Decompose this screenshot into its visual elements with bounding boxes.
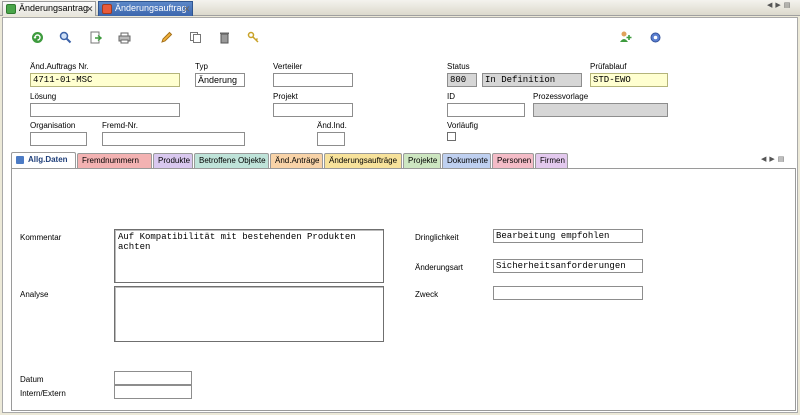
key-icon[interactable] — [246, 30, 260, 44]
print-icon[interactable] — [117, 30, 131, 44]
document-icon — [6, 4, 16, 14]
typ-label: Typ — [195, 62, 208, 71]
loesung-field[interactable] — [30, 103, 180, 117]
prozessvorlage-field — [533, 103, 668, 117]
auftrags-nr-label: Änd.Auftrags Nr. — [30, 62, 89, 71]
organisation-label: Organisation — [30, 121, 76, 130]
tab-label: Firmen — [540, 156, 565, 165]
aenderungsart-field[interactable]: Sicherheitsanforderungen — [493, 259, 643, 273]
delete-icon[interactable] — [217, 30, 231, 44]
tab-personen[interactable]: Personen — [492, 153, 534, 168]
auftrags-nr-field[interactable]: 4711-01-MSC — [30, 73, 180, 87]
info-icon — [16, 156, 24, 164]
close-icon[interactable]: ✕ — [86, 2, 94, 16]
kommentar-textarea[interactable]: Auf Kompatibilität mit bestehenden Produ… — [114, 229, 384, 283]
loesung-label: Lösung — [30, 92, 57, 101]
organisation-field[interactable] — [30, 132, 87, 146]
status-code-field: 800 — [447, 73, 477, 87]
prozessvorlage-label: Prozessvorlage — [533, 92, 589, 101]
zweck-label: Zweck — [415, 290, 439, 299]
vorlaeufig-label: Vorläufig — [447, 121, 479, 130]
tab-label: Fremdnummern — [82, 156, 139, 165]
close-icon[interactable]: ✕ — [183, 2, 191, 16]
fremd-nr-field[interactable] — [102, 132, 245, 146]
refresh-icon[interactable] — [30, 30, 44, 44]
tab-label: Projekte — [408, 156, 438, 165]
settings-icon[interactable] — [648, 30, 662, 44]
tab-aenderungsauftrag[interactable]: Änderungsauftrag ✕ — [98, 1, 193, 16]
id-field[interactable] — [447, 103, 525, 117]
id-label: ID — [447, 92, 455, 101]
pruefablauf-field[interactable]: STD-EWO — [590, 73, 668, 87]
aend-ind-label: Änd.Ind. — [317, 121, 347, 130]
aend-ind-field[interactable] — [317, 132, 345, 146]
tab-firmen[interactable]: Firmen — [535, 153, 568, 168]
tab-betroffene-objekte[interactable]: Betroffene Objekte — [194, 153, 269, 168]
analyse-label: Analyse — [20, 290, 49, 299]
tab-label: Änderungsantrag — [19, 3, 89, 13]
fremd-nr-label: Fremd-Nr. — [102, 121, 138, 130]
export-icon[interactable] — [88, 30, 102, 44]
tab-nav-arrows[interactable]: ◀▶▤ — [767, 1, 793, 9]
tab-fremdnummern[interactable]: Fremdnummern — [77, 153, 152, 168]
tab-label: Produkte — [158, 156, 191, 165]
projekt-field[interactable] — [273, 103, 353, 117]
analyse-textarea[interactable] — [114, 286, 384, 342]
typ-field[interactable]: Änderung — [195, 73, 245, 87]
tab-label: Betroffene Objekte — [199, 156, 266, 165]
tab-aenderungsantrag[interactable]: Änderungsantrag ✕ — [2, 1, 96, 16]
copy-icon[interactable] — [188, 30, 202, 44]
tab-label: Änd.Anträge — [275, 156, 320, 165]
verteiler-label: Verteiler — [273, 62, 303, 71]
dringlichkeit-label: Dringlichkeit — [415, 233, 459, 242]
section-tabbar: Allg.Daten Fremdnummern Produkte Betroff… — [11, 152, 796, 168]
projekt-label: Projekt — [273, 92, 298, 101]
status-label: Status — [447, 62, 470, 71]
kommentar-label: Kommentar — [20, 233, 62, 242]
status-text-field: In Definition — [482, 73, 582, 87]
intern-extern-label: Intern/Extern — [20, 389, 66, 398]
tab-aend-antraege[interactable]: Änd.Anträge — [270, 153, 323, 168]
tab-produkte[interactable]: Produkte — [153, 153, 193, 168]
tab-label: Änderungsauftrag — [115, 3, 187, 13]
aenderungsart-label: Änderungsart — [415, 263, 464, 272]
zweck-field[interactable] — [493, 286, 643, 300]
pruefablauf-label: Prüfablauf — [590, 62, 627, 71]
vorlaeufig-checkbox[interactable] — [447, 132, 456, 141]
datum-label: Datum — [20, 375, 44, 384]
verteiler-field[interactable] — [273, 73, 353, 87]
tab-dokumente[interactable]: Dokumente — [442, 153, 491, 168]
section-nav-arrows[interactable]: ◀▶▤ — [761, 155, 787, 163]
tab-label: Personen — [497, 156, 532, 165]
tab-label: Allg.Daten — [28, 155, 68, 164]
tab-label: Dokumente — [447, 156, 488, 165]
search-icon[interactable] — [58, 30, 72, 44]
datum-field[interactable] — [114, 371, 192, 385]
intern-extern-field[interactable] — [114, 385, 192, 399]
dringlichkeit-field[interactable]: Bearbeitung empfohlen — [493, 229, 643, 243]
tab-label: Änderungsaufträge — [329, 156, 398, 165]
tab-aenderungsauftraege[interactable]: Änderungsaufträge — [324, 153, 402, 168]
order-icon — [102, 4, 112, 14]
tab-allg-daten[interactable]: Allg.Daten — [11, 152, 76, 168]
editor-tabbar: Änderungsantrag ✕ Änderungsauftrag ✕ ◀▶▤ — [0, 0, 800, 16]
user-add-icon[interactable] — [619, 30, 633, 44]
edit-icon[interactable] — [159, 30, 173, 44]
tab-projekte[interactable]: Projekte — [403, 153, 441, 168]
